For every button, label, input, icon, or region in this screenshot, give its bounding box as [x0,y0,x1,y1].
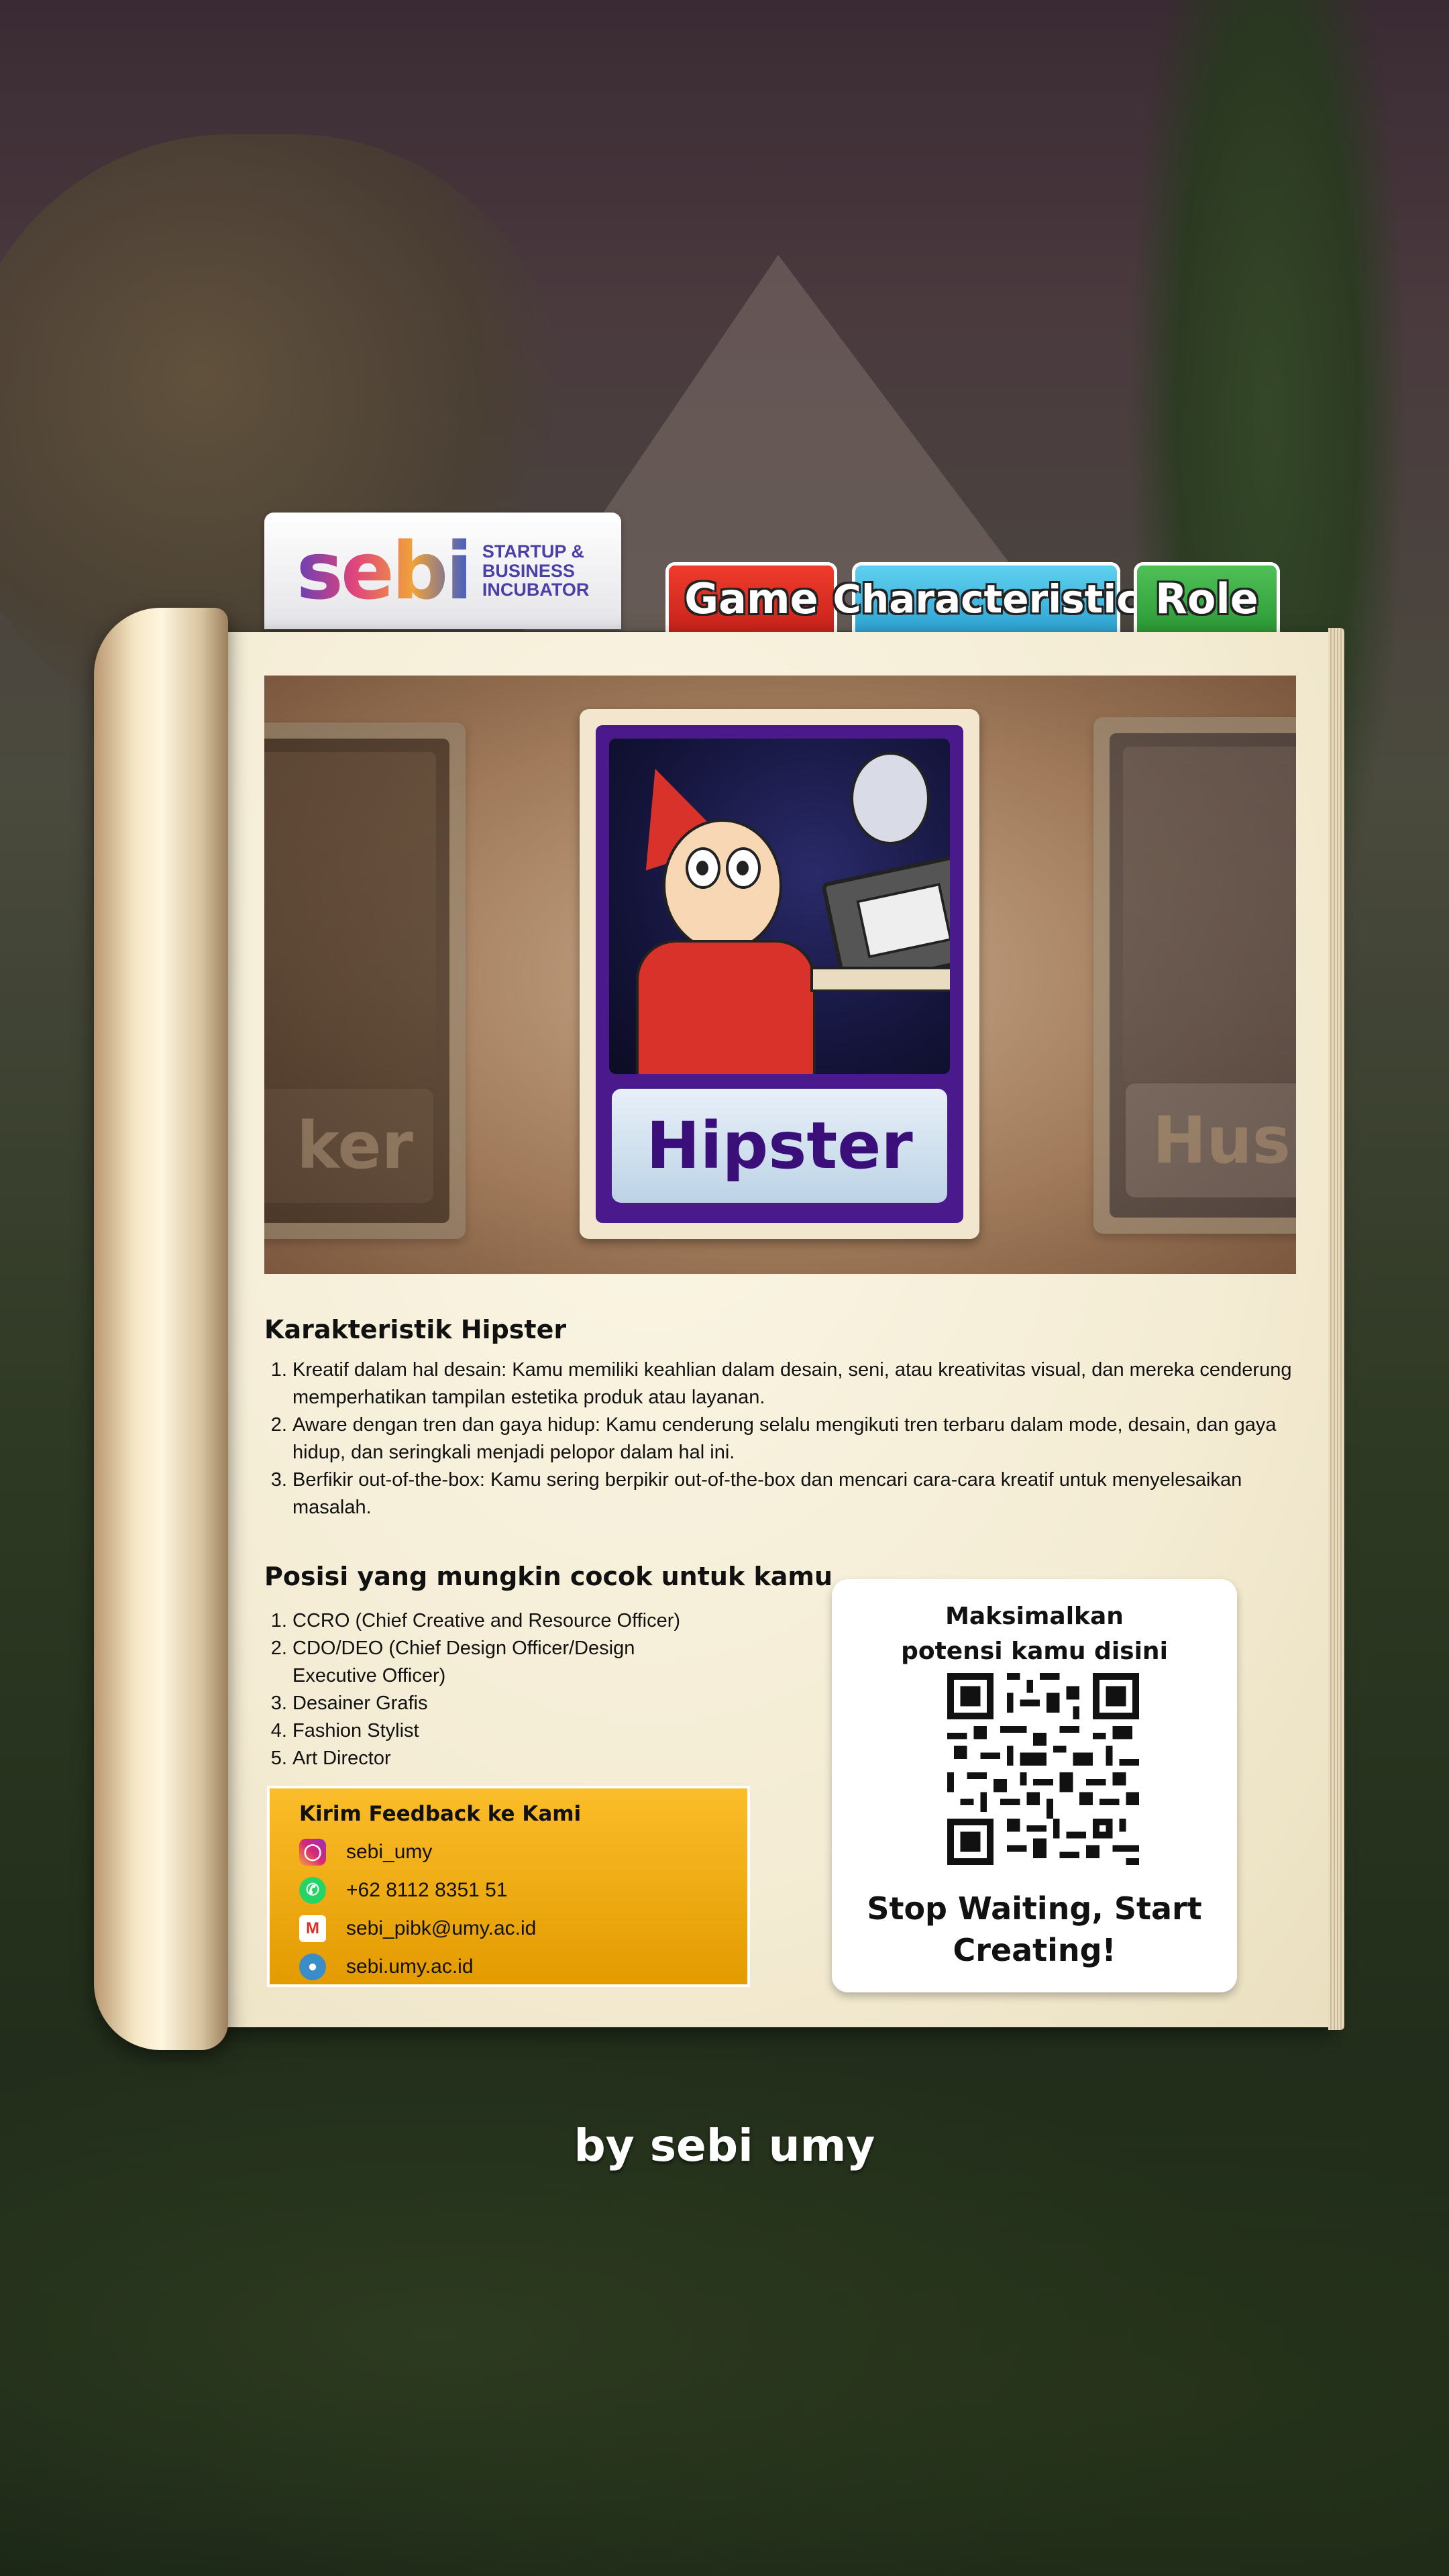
gmail-icon: M [299,1915,326,1942]
role-card-previous[interactable]: ker [264,722,466,1239]
email-address: sebi_pibk@umy.ac.id [346,1917,537,1939]
card-label: Hus [1126,1083,1296,1197]
whatsapp-link[interactable]: ✆ +62 8112 8351 51 [299,1871,747,1909]
characteristics-list: Kreatif dalam hal desain: Kamu memiliki … [264,1356,1312,1521]
feedback-box: Kirim Feedback ke Kami ◯ sebi_umy ✆ +62 … [267,1786,750,1987]
feedback-title: Kirim Feedback ke Kami [299,1802,582,1826]
email-link[interactable]: M sebi_pibk@umy.ac.id [299,1909,747,1947]
hipster-illustration [609,739,950,1074]
card-label: Hipster [612,1089,947,1203]
list-item: Berfikir out-of-the-box: Kamu sering ber… [292,1466,1312,1521]
qr-code-icon[interactable] [947,1673,1139,1865]
card-illustration [1123,747,1296,1082]
instagram-icon: ◯ [299,1838,326,1866]
positions-title: Posisi yang mungkin cocok untuk kamu [264,1562,833,1591]
card-label: ker [264,1089,433,1203]
logo-subtitle: STARTUP & BUSINESS INCUBATOR [482,541,590,600]
role-card-carousel[interactable]: ker Hipster Hus [264,676,1296,1274]
list-item: Art Director [292,1745,708,1772]
qr-card[interactable]: Maksimalkan potensi kamu disini Stop Wai… [832,1579,1237,1992]
qr-slogan: Stop Waiting, Start Creating! [867,1890,1202,1968]
book-spine [94,608,228,2050]
list-item: CDO/DEO (Chief Design Officer/Design Exe… [292,1635,708,1690]
positions-list: CCRO (Chief Creative and Resource Office… [264,1607,708,1772]
list-item: Aware dengan tren dan gaya hidup: Kamu c… [292,1411,1312,1466]
page-edge [1328,628,1344,2030]
role-card-next[interactable]: Hus [1093,717,1296,1234]
byline: by sebi umy [574,2120,875,2171]
instagram-handle: sebi_umy [346,1840,433,1863]
globe-icon: ● [299,1953,326,1980]
list-item: Kreatif dalam hal desain: Kamu memiliki … [292,1356,1312,1411]
qr-heading: Maksimalkan potensi kamu disini [901,1603,1168,1665]
characteristics-title: Karakteristik Hipster [264,1315,567,1344]
list-item: Fashion Stylist [292,1717,708,1745]
website-url: sebi.umy.ac.id [346,1955,474,1978]
whatsapp-icon: ✆ [299,1876,326,1904]
sebi-logo: sebi [296,525,473,617]
list-item: Desainer Grafis [292,1690,708,1717]
card-illustration [264,752,436,1087]
list-item: CCRO (Chief Creative and Resource Office… [292,1607,708,1635]
website-link[interactable]: ● sebi.umy.ac.id [299,1947,747,1986]
role-card-hipster[interactable]: Hipster [580,709,979,1239]
whatsapp-number: +62 8112 8351 51 [346,1878,508,1901]
instagram-link[interactable]: ◯ sebi_umy [299,1833,747,1871]
